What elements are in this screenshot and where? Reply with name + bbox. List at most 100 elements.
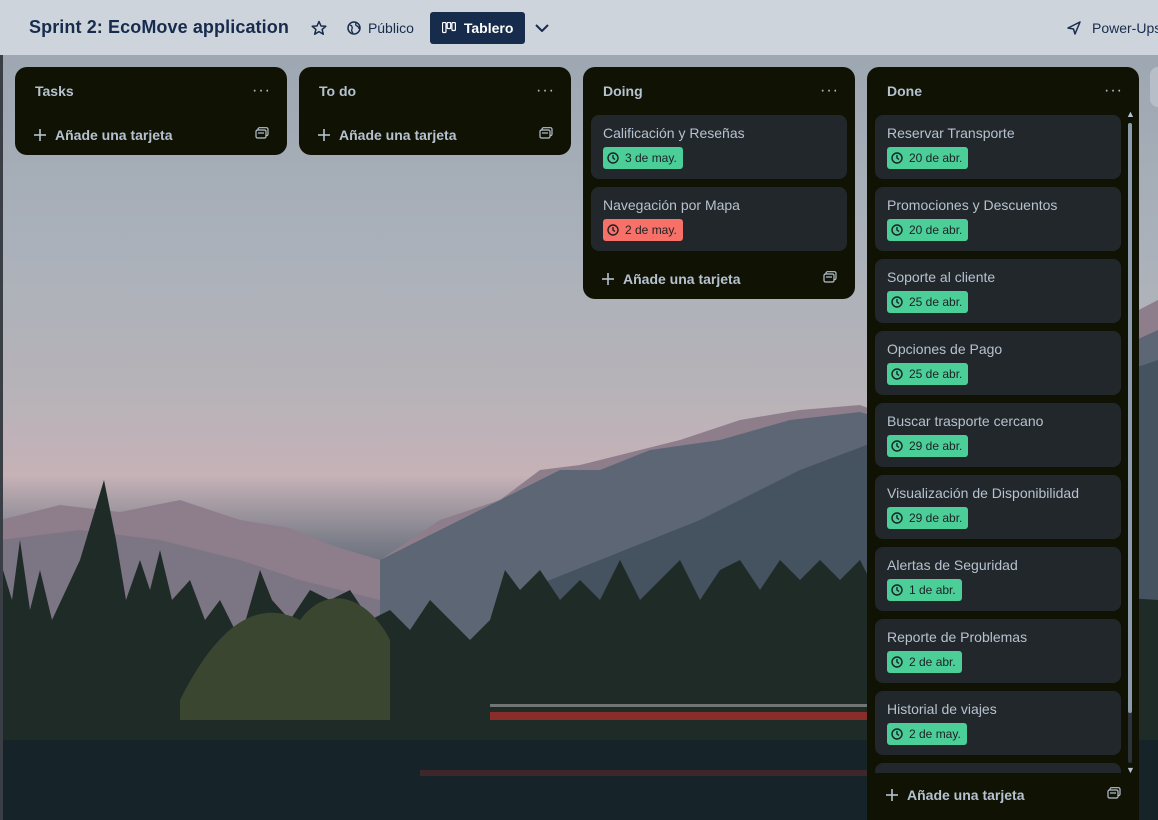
clock-icon [607, 152, 619, 164]
add-card-label: Añade una tarjeta [623, 271, 741, 287]
scroll-down-arrow[interactable]: ▼ [1126, 765, 1135, 775]
clock-icon [891, 656, 903, 668]
card[interactable]: Visualización de Disponibilidad 29 de abr… [875, 475, 1121, 539]
card-title: Reporte de Problemas [887, 629, 1028, 645]
add-card-label: Añade una tarjeta [55, 127, 173, 143]
add-card-button[interactable]: Añade una tarjeta [23, 115, 279, 155]
due-date-badge[interactable]: 3 de may. [603, 147, 683, 169]
card-partial[interactable] [875, 763, 1121, 773]
board-view-button[interactable]: Tablero [429, 11, 526, 44]
list-title[interactable]: Done [887, 83, 922, 99]
create-from-template-button[interactable] [539, 126, 553, 144]
list-2: Doing ··· Calificación y Reseñas 3 de may. N… [583, 67, 855, 299]
card[interactable]: Opciones de Pago 25 de abr. [875, 331, 1121, 395]
card-title: Historial de viajes [887, 701, 997, 717]
chevron-down-icon [535, 23, 550, 32]
add-card-label: Añade una tarjeta [339, 127, 457, 143]
clock-icon [891, 512, 903, 524]
add-card-button[interactable]: Añade una tarjeta [875, 775, 1131, 815]
due-date-label: 29 de abr. [909, 511, 963, 525]
clock-icon [891, 440, 903, 452]
list-menu-button[interactable]: ··· [536, 83, 555, 99]
list-scrollbar[interactable]: ▲ ▼ [1126, 109, 1135, 775]
due-date-badge[interactable]: 1 de abr. [887, 579, 962, 601]
board-icon [441, 21, 456, 33]
due-date-label: 2 de may. [909, 727, 961, 741]
due-date-label: 2 de may. [625, 223, 677, 237]
list-header: To do ··· [299, 67, 571, 115]
due-date-badge[interactable]: 2 de may. [603, 219, 683, 241]
due-date-badge[interactable]: 29 de abr. [887, 507, 969, 529]
plus-icon [602, 273, 614, 285]
view-switcher-button[interactable] [535, 23, 555, 32]
card[interactable]: Soporte al cliente 25 de abr. [875, 259, 1121, 323]
done-card-scroll-area[interactable]: Reservar Transporte 20 de abr. Promociones… [867, 115, 1139, 773]
card-template-icon [255, 127, 269, 139]
due-date-badge[interactable]: 2 de may. [887, 723, 967, 745]
globe-icon [347, 20, 361, 35]
plus-icon [886, 789, 898, 801]
card-title: Promociones y Descuentos [887, 197, 1058, 213]
card-template-icon [539, 127, 553, 139]
list-menu-button[interactable]: ··· [252, 83, 271, 99]
powerups-label: Power-Ups [1092, 19, 1158, 36]
list-menu-button[interactable]: ··· [1104, 83, 1123, 99]
card-title: Opciones de Pago [887, 341, 1003, 357]
list-menu-button[interactable]: ··· [820, 83, 839, 99]
due-date-label: 20 de abr. [909, 151, 963, 165]
add-card-button[interactable]: Añade una tarjeta [307, 115, 563, 155]
visibility-button[interactable]: Público [347, 20, 414, 36]
board-title[interactable]: Sprint 2: EcoMove application [29, 17, 289, 38]
list-0: Tasks ··· Añade una tarjeta [15, 67, 287, 155]
create-from-template-button[interactable] [823, 270, 837, 288]
due-date-label: 25 de abr. [909, 295, 963, 309]
due-date-badge[interactable]: 2 de abr. [887, 651, 962, 673]
due-date-badge[interactable]: 25 de abr. [887, 291, 969, 313]
clock-icon [891, 152, 903, 164]
clock-icon [891, 296, 903, 308]
add-list-tab[interactable] [1150, 67, 1158, 107]
card-title: Alertas de Seguridad [887, 557, 1018, 573]
due-date-label: 3 de may. [625, 151, 677, 165]
due-date-badge[interactable]: 20 de abr. [887, 219, 969, 241]
clock-icon [891, 728, 903, 740]
due-date-badge[interactable]: 20 de abr. [887, 147, 969, 169]
due-date-label: 29 de abr. [909, 439, 963, 453]
card[interactable]: Reservar Transporte 20 de abr. [875, 115, 1121, 179]
card[interactable]: Alertas de Seguridad 1 de abr. [875, 547, 1121, 611]
clock-icon [891, 584, 903, 596]
add-card-action: Añade una tarjeta [33, 127, 172, 143]
list-title[interactable]: Tasks [35, 83, 74, 99]
card[interactable]: Buscar trasporte cercano 29 de abr. [875, 403, 1121, 467]
list-3: Done ··· Reservar Transporte 20 de abr. Prom… [867, 67, 1139, 820]
due-date-label: 20 de abr. [909, 223, 963, 237]
plus-icon [34, 129, 46, 141]
due-date-label: 25 de abr. [909, 367, 963, 381]
star-icon [311, 20, 327, 35]
due-date-badge[interactable]: 25 de abr. [887, 363, 969, 385]
create-from-template-button[interactable] [1107, 786, 1121, 804]
list-header: Done ··· [867, 67, 1139, 115]
scroll-up-arrow[interactable]: ▲ [1126, 109, 1135, 119]
add-card-action: Añade una tarjeta [601, 271, 740, 287]
add-card-button[interactable]: Añade una tarjeta [591, 259, 847, 299]
list-title[interactable]: Doing [603, 83, 643, 99]
card-template-icon [1107, 787, 1121, 799]
list-1: To do ··· Añade una tarjeta [299, 67, 571, 155]
scroll-thumb[interactable] [1128, 123, 1132, 713]
card[interactable]: Calificación y Reseñas 3 de may. [591, 115, 847, 179]
clock-icon [891, 224, 903, 236]
card[interactable]: Promociones y Descuentos 20 de abr. [875, 187, 1121, 251]
star-button[interactable] [303, 12, 335, 44]
create-from-template-button[interactable] [255, 126, 269, 144]
list-title[interactable]: To do [319, 83, 356, 99]
board-header: Sprint 2: EcoMove application Público Ta… [0, 0, 1158, 55]
due-date-badge[interactable]: 29 de abr. [887, 435, 969, 457]
add-card-action: Añade una tarjeta [317, 127, 456, 143]
card[interactable]: Navegación por Mapa 2 de may. [591, 187, 847, 251]
card[interactable]: Reporte de Problemas 2 de abr. [875, 619, 1121, 683]
card[interactable]: Historial de viajes 2 de may. [875, 691, 1121, 755]
clock-icon [891, 368, 903, 380]
powerups-button[interactable]: Power-Ups [1066, 0, 1158, 55]
card-title: Reservar Transporte [887, 125, 1015, 141]
